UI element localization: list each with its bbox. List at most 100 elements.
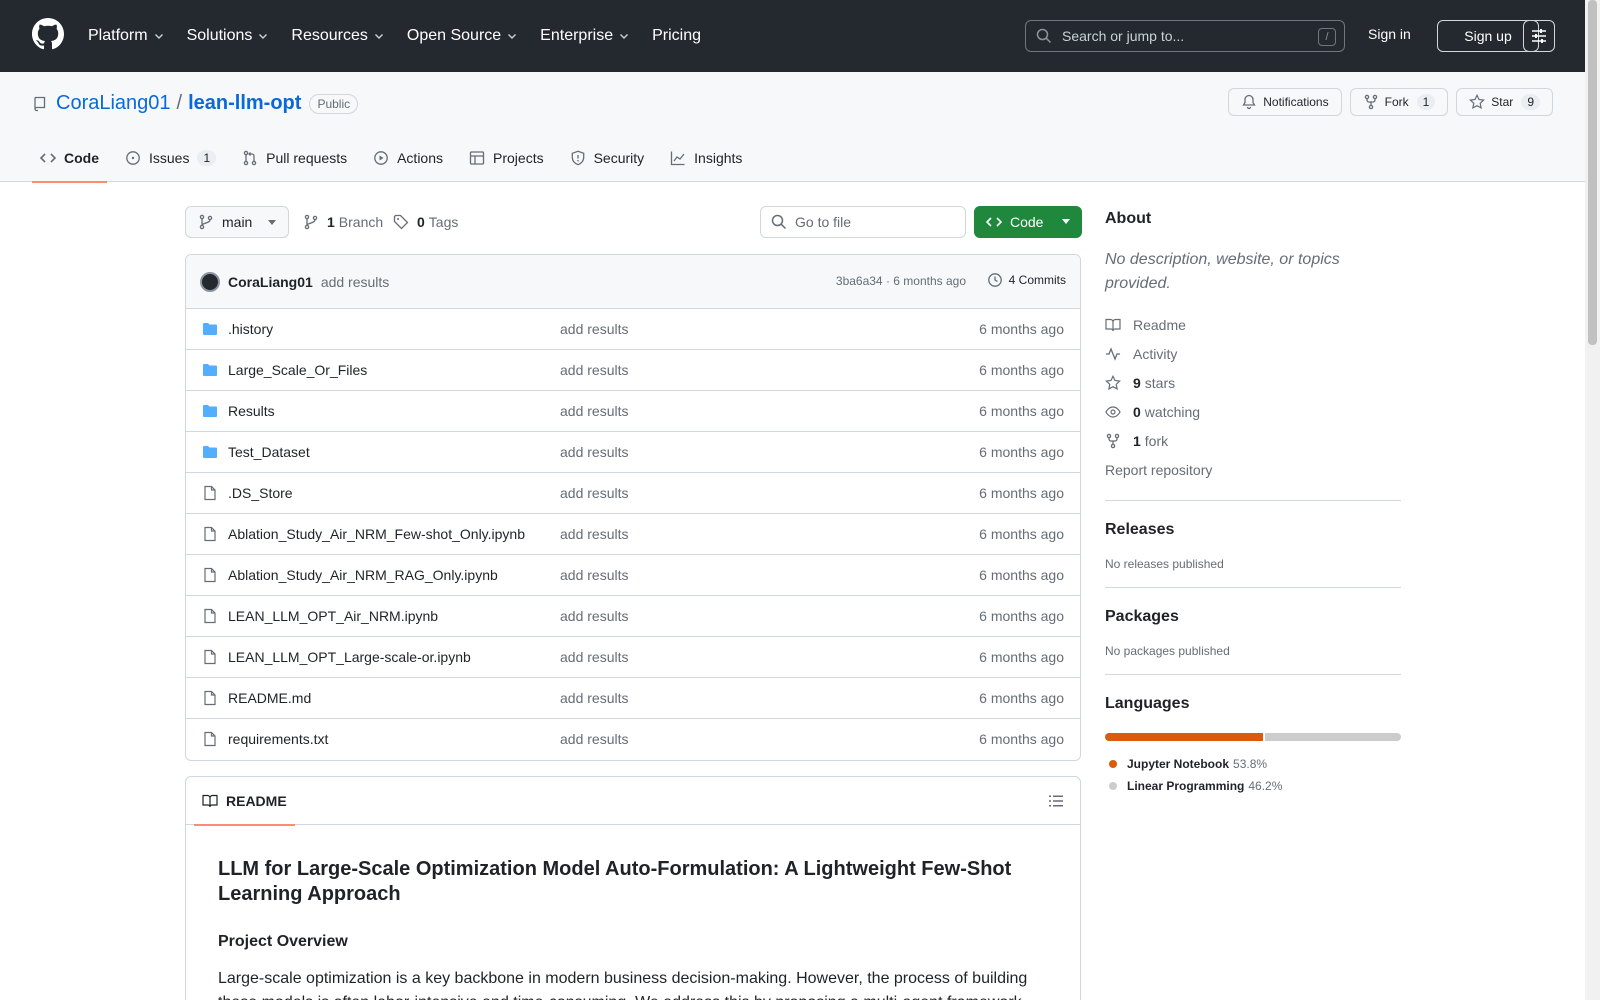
watching-link[interactable]: 0 watching: [1105, 397, 1401, 426]
file-name-link[interactable]: LEAN_LLM_OPT_Air_NRM.ipynb: [228, 608, 438, 624]
nav-item-resources[interactable]: Resources: [291, 27, 384, 45]
file-name-link[interactable]: Ablation_Study_Air_NRM_RAG_Only.ipynb: [228, 567, 498, 583]
file-row[interactable]: .history add results 6 months ago: [186, 309, 1080, 350]
language-item[interactable]: Jupyter Notebook 53.8%: [1105, 753, 1401, 775]
packages-heading[interactable]: Packages: [1105, 608, 1401, 626]
global-search-input[interactable]: Search or jump to... /: [1025, 20, 1345, 52]
star-button[interactable]: Star 9: [1456, 88, 1553, 116]
sign-in-link[interactable]: Sign in: [1368, 26, 1411, 42]
tab-label: Projects: [493, 150, 544, 166]
search-shortcut-key: /: [1318, 28, 1336, 46]
branch-selector-button[interactable]: main: [185, 206, 289, 238]
tab-projects[interactable]: Projects: [461, 134, 552, 182]
latest-commit-bar: CoraLiang01 add results 3ba6a34 · 6 mont…: [186, 255, 1080, 309]
fork-button[interactable]: Fork 1: [1349, 88, 1449, 116]
file-commit-message[interactable]: add results: [560, 567, 628, 583]
tab-insights[interactable]: Insights: [662, 134, 750, 182]
file-row[interactable]: LEAN_LLM_OPT_Large-scale-or.ipynb add res…: [186, 637, 1080, 678]
code-icon: [986, 217, 1002, 227]
readme-section-heading: Project Overview: [218, 933, 348, 950]
file-row[interactable]: README.md add results 6 months ago: [186, 678, 1080, 719]
nav-item-pricing[interactable]: Pricing: [652, 27, 701, 45]
file-commit-message[interactable]: add results: [560, 731, 628, 747]
nav-item-label: Enterprise: [540, 27, 614, 44]
file-name-link[interactable]: .history: [228, 321, 273, 337]
commit-message-link[interactable]: add results: [321, 274, 389, 290]
file-name-link[interactable]: Test_Dataset: [228, 444, 310, 460]
activity-link[interactable]: Activity: [1105, 339, 1401, 368]
nav-item-label: Resources: [291, 27, 368, 44]
file-row[interactable]: .DS_Store add results 6 months ago: [186, 473, 1080, 514]
file-commit-message[interactable]: add results: [560, 485, 628, 501]
readme-link[interactable]: Readme: [1105, 310, 1401, 339]
file-commit-message[interactable]: add results: [560, 649, 628, 665]
scrollbar-thumb[interactable]: [1588, 0, 1597, 345]
star-icon: [1469, 94, 1486, 110]
file-row[interactable]: Ablation_Study_Air_NRM_RAG_Only.ipynb add…: [186, 555, 1080, 596]
branches-link[interactable]: 1 Branch: [303, 214, 383, 230]
file-commit-message[interactable]: add results: [560, 526, 628, 542]
tab-actions[interactable]: Actions: [365, 134, 451, 182]
nav-item-solutions[interactable]: Solutions: [187, 27, 270, 45]
repo-icon: [34, 96, 46, 111]
github-logo-icon[interactable]: [32, 18, 64, 50]
file-commit-message[interactable]: add results: [560, 403, 628, 419]
file-commit-message[interactable]: add results: [560, 608, 628, 624]
file-commit-message[interactable]: add results: [560, 362, 628, 378]
tab-code[interactable]: Code: [32, 134, 107, 183]
nav-item-open-source[interactable]: Open Source: [407, 27, 518, 45]
file-icon: [204, 649, 216, 665]
tags-link[interactable]: 0 Tags: [393, 214, 458, 230]
page-scrollbar[interactable]: [1585, 0, 1600, 1000]
repo-owner-link[interactable]: CoraLiang01: [56, 92, 171, 115]
file-name-link[interactable]: README.md: [228, 690, 311, 706]
tab-security[interactable]: Security: [562, 134, 653, 182]
languages-bar: [1105, 733, 1401, 741]
search-icon: [1036, 28, 1052, 44]
file-commit-message[interactable]: add results: [560, 321, 628, 337]
language-bar-segment: [1265, 733, 1401, 741]
tab-pull-requests[interactable]: Pull requests: [234, 134, 355, 182]
forks-link[interactable]: 1 fork: [1105, 426, 1401, 455]
report-repository-link[interactable]: Report repository: [1105, 455, 1401, 484]
notifications-button[interactable]: Notifications: [1228, 88, 1342, 116]
author-avatar[interactable]: [200, 271, 220, 292]
file-commit-message[interactable]: add results: [560, 690, 628, 706]
file-name-link[interactable]: LEAN_LLM_OPT_Large-scale-or.ipynb: [228, 649, 471, 665]
commit-author-link[interactable]: CoraLiang01: [228, 274, 313, 290]
nav-item-platform[interactable]: Platform: [88, 27, 165, 45]
site-menu-button[interactable]: [1523, 20, 1555, 52]
file-row[interactable]: LEAN_LLM_OPT_Air_NRM.ipynb add results 6 m…: [186, 596, 1080, 637]
file-commit-message[interactable]: add results: [560, 444, 628, 460]
commit-hash-time[interactable]: 3ba6a34 · 6 months ago: [836, 274, 966, 288]
caret-down-icon: [268, 220, 276, 225]
file-name-link[interactable]: Ablation_Study_Air_NRM_Few-shot_Only.ipy…: [228, 526, 525, 542]
file-row[interactable]: Large_Scale_Or_Files add results 6 months …: [186, 350, 1080, 391]
nav-item-enterprise[interactable]: Enterprise: [540, 27, 630, 45]
releases-heading[interactable]: Releases: [1105, 521, 1401, 539]
tab-issues[interactable]: Issues 1: [117, 134, 224, 182]
readme-tab[interactable]: README: [194, 777, 295, 826]
stars-link[interactable]: 9 stars: [1105, 368, 1401, 397]
file-row[interactable]: Ablation_Study_Air_NRM_Few-shot_Only.ipy…: [186, 514, 1080, 555]
file-row[interactable]: Test_Dataset add results 6 months ago: [186, 432, 1080, 473]
star-count: 9: [1521, 94, 1540, 110]
commits-history-link[interactable]: 4 Commits: [987, 272, 1066, 288]
language-item[interactable]: Linear Programming 46.2%: [1105, 775, 1401, 797]
code-button-label: Code: [1010, 214, 1044, 230]
repo-name-link[interactable]: lean-llm-opt: [188, 92, 301, 115]
file-name-link[interactable]: Results: [228, 403, 275, 419]
folder-icon: [203, 405, 217, 417]
tab-label: Actions: [397, 150, 444, 166]
nav-item-label: Pricing: [652, 27, 701, 44]
file-row[interactable]: Results add results 6 months ago: [186, 391, 1080, 432]
file-name-link[interactable]: Large_Scale_Or_Files: [228, 362, 367, 378]
code-dropdown-button[interactable]: Code: [974, 206, 1082, 238]
go-to-file-input[interactable]: Go to file: [760, 206, 966, 238]
about-heading: About: [1105, 210, 1152, 227]
list-outline-icon[interactable]: [1048, 793, 1064, 809]
file-name-link[interactable]: .DS_Store: [228, 485, 293, 501]
file-commit-time: 6 months ago: [979, 526, 1064, 542]
file-row[interactable]: requirements.txt add results 6 months ago: [186, 719, 1080, 760]
file-name-link[interactable]: requirements.txt: [228, 731, 328, 747]
